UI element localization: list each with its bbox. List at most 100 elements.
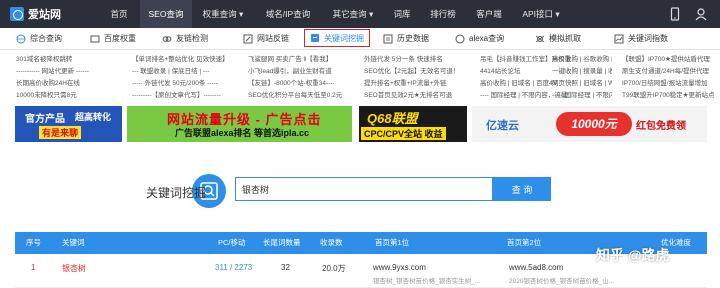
nav-item-domain-ip[interactable]: 域名/IP查询 <box>254 0 322 28</box>
link-column: 飞鲨腿网 买卖广告 ‖【看我】 小飞lead爆引，副业生财有道 【友链】-800… <box>248 54 352 102</box>
nav-item-weight[interactable]: 权重查询 ▾ <box>192 0 254 28</box>
scale-icon <box>90 35 100 42</box>
ad-banner-q68[interactable]: Q68联盟 CPC/CPV全站 收益 <box>359 106 467 142</box>
nav-items: 首页 SEO查询 权重查询 ▾ 域名/IP查询 其它查询 ▾ 词库 排行榜 客户… <box>98 0 570 28</box>
link-item[interactable]: IP700/日结网盟/报站流量增加 <box>622 78 718 90</box>
row-indexed: 20.0万 <box>322 264 346 273</box>
tool-label: 模拟抓取 <box>549 34 581 43</box>
tool-alexa[interactable]: alexa查询 <box>455 30 504 48</box>
ad-text: 官方产品 <box>25 114 65 125</box>
row-pc-mobile[interactable]: 311 / 2273 <box>215 263 252 272</box>
link-item[interactable]: 高价收购 | 谷歌收购 | 权重站 <box>552 54 612 66</box>
tool-label: alexa查询 <box>469 34 505 43</box>
link-item[interactable]: SEO首页见效2元★无排名可退 <box>364 90 468 102</box>
link-item[interactable]: 原生支付通道/24H每/提供代理 <box>622 66 718 78</box>
search-button[interactable]: 查 询 <box>493 177 551 201</box>
tool-keyword-index[interactable]: 关键词指数 <box>614 30 668 48</box>
row-index: 1 <box>31 263 36 272</box>
globe-icon <box>16 34 26 43</box>
keyword-search-input[interactable] <box>235 177 493 201</box>
tool-backlinks[interactable]: 网站反链 <box>243 30 289 48</box>
row-keyword[interactable]: 银杏树 <box>62 263 86 274</box>
link-column: 301域名被降权跳转 ----------- 网站代更新 ------ 长期高价… <box>16 54 116 102</box>
column-header: 首页第1位 <box>375 238 410 247</box>
link-column: 外链代发 5分一条 快速排名 SEO优化【2元起】无效名可退！ 提升排名+权重+… <box>364 54 468 102</box>
link-column: 【联盟】IP700★提供站盾代理 原生支付通道/24H每/提供代理 IP700/… <box>622 54 718 102</box>
tool-baidu-weight[interactable]: 百度权重 <box>90 30 136 48</box>
link-item[interactable]: 提升排名+权重+IP流量+外链 <box>364 78 468 90</box>
ad-banner-official[interactable]: 官方产品 超高转化 有是来聊 <box>15 106 122 142</box>
ad-brand: 亿速云 <box>486 120 519 132</box>
nav-item-client[interactable]: 客户端 <box>466 0 512 28</box>
brand-name: 爱站网 <box>28 9 61 21</box>
column-header: 关键词 <box>62 238 85 247</box>
link-item[interactable]: 一键收购 | 搜录量 | 收录站 <box>552 66 612 78</box>
tool-history[interactable]: 历史数据 <box>383 30 429 48</box>
index-icon <box>614 34 624 43</box>
link-item[interactable]: 外链代发 5分一条 快速排名 <box>364 54 468 66</box>
mobile-icon[interactable] <box>668 7 682 21</box>
link-item[interactable]: 【友链】-8000个站-权重34---- <box>248 78 352 90</box>
nav-item-other[interactable]: 其它查询 ▾ <box>322 0 384 28</box>
alexa-icon <box>455 34 465 43</box>
link-column: 高价收购 | 谷歌收购 | 权重站 一键收购 | 搜录量 | 收录站 网页快照 … <box>552 54 612 102</box>
link-item[interactable]: SEO优化积分平台每天低至0.2元 <box>248 90 352 102</box>
tool-label: 综合查询 <box>30 34 62 43</box>
seo-toolbar: 综合查询 百度权重 友链检测 网站反链 关键词挖掘 历史数据 alexa查询 模… <box>0 28 720 50</box>
search-title: 关键词挖掘 <box>146 186 207 200</box>
nav-item-home[interactable]: 首页 <box>98 0 140 28</box>
link-item[interactable]: ----- 外链代发 50元/200条 ----- <box>132 78 242 90</box>
tool-label: 网站反链 <box>257 34 289 43</box>
nav-item-wordbank[interactable]: 词库 <box>384 0 420 28</box>
tool-crawl-sim[interactable]: 模拟抓取 <box>535 30 581 48</box>
link-item[interactable]: 【联盟】IP700★提供站盾代理 <box>622 54 718 66</box>
link-item[interactable]: 长期高价收购24H在线 <box>16 78 116 90</box>
sponsored-links: 301域名被降权跳转 ----------- 网站代更新 ------ 长期高价… <box>0 52 720 104</box>
nav-item-seo[interactable]: SEO查询 <box>140 0 192 28</box>
ad-banner-traffic[interactable]: 网站流量升级 - 广告点击 广告联盟alexa排名 等首选ipla.cc <box>127 106 352 142</box>
keyword-icon <box>311 34 319 42</box>
backlink-icon <box>243 34 253 43</box>
keyword-search-section: 关键词挖掘 查 询 <box>0 146 720 228</box>
tool-friend-links[interactable]: 友链检测 <box>162 30 208 48</box>
row-first-site[interactable]: www.9yxs.com <box>373 263 426 272</box>
ad-text: 超高转化 <box>75 112 112 122</box>
ad-text: 有是来聊 <box>39 126 82 139</box>
link-item[interactable]: ---------【原创文章代写】-------- <box>132 90 242 102</box>
column-header: 长尾词数量 <box>263 238 301 247</box>
ad-text: CPC/CPV全站 收益 <box>361 127 446 140</box>
tool-label: 百度权重 <box>104 34 136 43</box>
nav-item-ranking[interactable]: 排行榜 <box>420 0 466 28</box>
tool-label: 历史数据 <box>397 34 429 43</box>
column-header: 序号 <box>26 238 41 247</box>
row-second-site[interactable]: www.5ad8.com <box>509 263 563 272</box>
row-first-desc: 银杏树_银杏树苗价格_银杏实生树_... <box>373 278 481 285</box>
link-item[interactable]: T99联盟升IP700稳定★更新站点 <box>622 90 718 102</box>
column-header: 首页第2位 <box>507 238 542 247</box>
tool-label: 关键词挖掘 <box>324 33 364 43</box>
user-icon[interactable] <box>694 7 708 21</box>
brand-logo[interactable]: 爱站网 <box>0 6 98 22</box>
link-item[interactable]: 飞鲨腿网 买卖广告 ‖【看我】 <box>248 54 352 66</box>
history-icon <box>383 34 393 43</box>
nav-item-api[interactable]: API接口 ▾ <box>512 0 570 28</box>
ad-text: Q68联盟 <box>367 111 418 126</box>
tool-comprehensive[interactable]: 综合查询 <box>16 30 62 48</box>
link-item[interactable]: 301域名被降权跳转 <box>16 54 116 66</box>
ad-banner-yisu[interactable]: 亿速云 10000元 红包免费领 <box>472 106 707 142</box>
tool-label: 友链检测 <box>176 34 208 43</box>
logo-icon <box>10 7 24 21</box>
link-item[interactable]: SEO优化【2元起】无效名可退！ <box>364 66 468 78</box>
link-item[interactable]: --- 联盟收录 | 保底日结 | --- <box>132 66 242 78</box>
row-second-desc: 2020银杏树价格_银杏树苗价格_山... <box>509 278 615 285</box>
link-item[interactable]: 10000未降权只需8元 <box>16 90 116 102</box>
nav-icons <box>668 7 708 21</box>
link-item[interactable]: 网页快照 | 旧域名 | WAP站 <box>552 78 612 90</box>
tool-label: 关键词指数 <box>628 34 668 43</box>
tool-keyword-mining[interactable]: 关键词挖掘 <box>304 29 370 47</box>
link-item[interactable]: 【单词排名+整站优化 见效快速】 <box>132 54 242 66</box>
link-item[interactable]: ----- 国际经理 | 不限内容 | 流量 -- <box>552 90 612 102</box>
ad-text: 红包免费领 <box>636 121 686 132</box>
link-item[interactable]: ----------- 网站代更新 ------ <box>16 66 116 78</box>
link-item[interactable]: 小飞lead爆引，副业生财有道 <box>248 66 352 78</box>
